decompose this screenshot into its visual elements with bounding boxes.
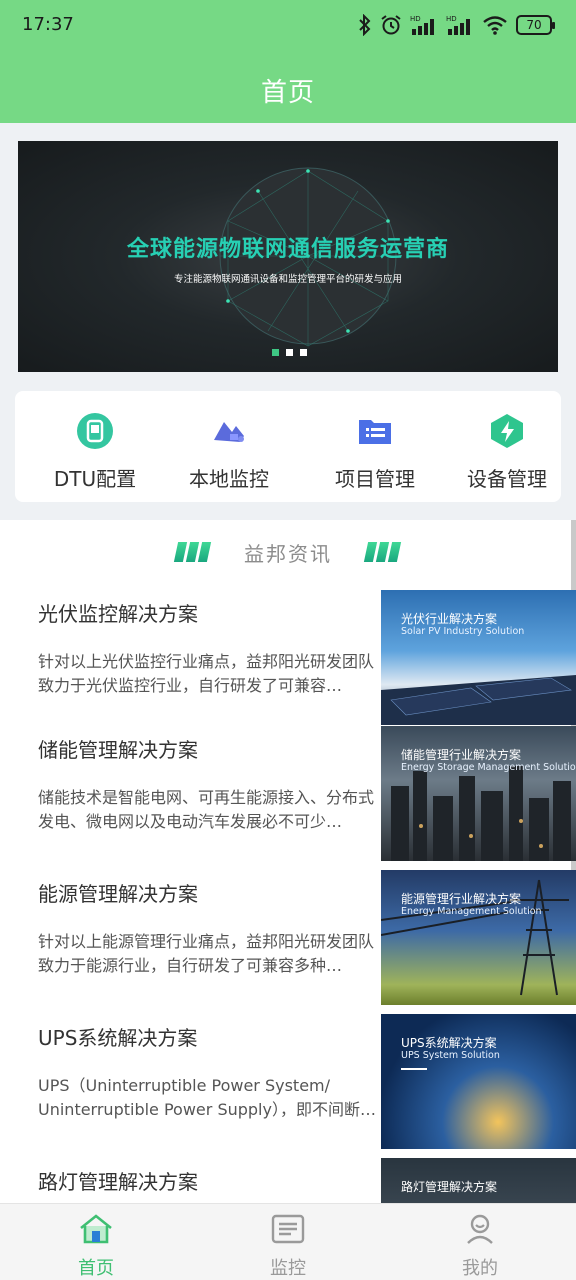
article-title: 能源管理解决方案 [38, 882, 198, 906]
bluetooth-icon [359, 14, 371, 36]
bottom-nav: 首页 监控 我的 [0, 1203, 576, 1280]
thumbnail-title: 能源管理行业解决方案 [401, 892, 522, 906]
status-bar: 17:37 HD HD 70 [0, 0, 576, 52]
thumbnail-subtitle: Energy Storage Management Solution [401, 762, 576, 773]
thumbnail-title: 光伏行业解决方案 [401, 612, 498, 626]
quick-action-device-manage[interactable]: 设备管理 [437, 411, 576, 492]
device-manage-icon [487, 411, 527, 451]
svg-text:HD: HD [446, 15, 457, 23]
news-article-solar[interactable]: 光伏监控解决方案 针对以上光伏监控行业痛点，益邦阳光研发团队致力于光伏监控行业，… [0, 590, 576, 742]
thumbnail-title: 路灯管理解决方案 [401, 1180, 498, 1194]
tab-profile[interactable]: 我的 [420, 1212, 540, 1280]
banner-subtitle: 专注能源物联网通讯设备和监控管理平台的研发与应用 [173, 274, 402, 285]
monitor-list-icon [270, 1212, 306, 1246]
battery-icon: 70 [516, 15, 555, 35]
carousel-dot-active[interactable] [272, 349, 279, 356]
carousel-dot[interactable] [286, 349, 293, 356]
news-article-energy-management[interactable]: 能源管理解决方案 针对以上能源管理行业痛点，益邦阳光研发团队致力于能源行业，自行… [0, 870, 576, 1022]
tab-home[interactable]: 首页 [36, 1212, 156, 1280]
article-thumbnail: UPS系统解决方案 UPS System Solution [381, 1014, 576, 1149]
status-icons: HD HD 70 [358, 12, 555, 38]
news-section[interactable]: 益邦资讯 光伏监控解决方案 针对以上光伏监控行业痛点，益邦阳光研发团队致力于光伏… [0, 520, 576, 1210]
thumbnail-divider [401, 1068, 427, 1070]
quick-action-dtu-config[interactable]: DTU配置 [25, 411, 165, 492]
signal-hd-icon: HD [410, 15, 434, 35]
tab-label: 监控 [270, 1258, 306, 1279]
quick-action-label: 项目管理 [335, 467, 415, 491]
quick-action-local-monitor[interactable]: 本地监控 [159, 411, 299, 492]
quick-action-label: DTU配置 [53, 467, 137, 491]
article-title: 路灯管理解决方案 [38, 1170, 198, 1194]
quick-action-label: 本地监控 [189, 467, 269, 491]
thumbnail-subtitle: UPS System Solution [401, 1050, 500, 1061]
thumbnail-subtitle: Solar PV Industry Solution [401, 626, 525, 637]
top-bar: 17:37 HD HD 70 首页 [0, 0, 576, 123]
dtu-config-icon [75, 411, 115, 451]
news-article-energy-storage[interactable]: 储能管理解决方案 储能技术是智能电网、可再生能源接入、分布式发电、微电网以及电动… [0, 726, 576, 878]
project-manage-icon [355, 411, 395, 451]
tab-label: 我的 [462, 1258, 498, 1279]
status-time: 17:37 [22, 14, 74, 35]
article-summary: UPS（Uninterruptible Power System/ Uninte… [38, 1076, 376, 1119]
article-thumbnail: 能源管理行业解决方案 Energy Management Solution [381, 870, 576, 1005]
home-icon [78, 1212, 114, 1246]
article-thumbnail: 储能管理行业解决方案 Energy Storage Management Sol… [381, 726, 576, 861]
signal-hd-icon-2: HD [446, 15, 470, 35]
carousel-indicator [272, 349, 307, 356]
decor-bars-right [363, 542, 402, 562]
thumbnail-title: 储能管理行业解决方案 [401, 748, 522, 762]
article-thumbnail: 光伏行业解决方案 Solar PV Industry Solution [381, 590, 576, 725]
article-summary: 针对以上能源管理行业痛点，益邦阳光研发团队致力于能源行业，自行研发了可兼容多种… [38, 932, 375, 975]
wifi-icon [483, 16, 507, 35]
banner-headline: 全球能源物联网通信服务运营商 [126, 237, 449, 262]
article-title: UPS系统解决方案 [38, 1026, 198, 1050]
banner-carousel[interactable]: 全球能源物联网通信服务运营商 专注能源物联网通讯设备和监控管理平台的研发与应用 [18, 141, 558, 372]
thumbnail-subtitle: Energy Management Solution [401, 906, 542, 917]
quick-action-label: 设备管理 [467, 467, 547, 491]
alarm-icon [381, 15, 401, 35]
article-title: 光伏监控解决方案 [38, 602, 198, 626]
news-header: 益邦资讯 [0, 538, 576, 566]
tab-label: 首页 [78, 1258, 114, 1279]
svg-text:HD: HD [410, 15, 421, 23]
news-section-title: 益邦资讯 [244, 542, 332, 566]
article-title: 储能管理解决方案 [38, 738, 198, 762]
profile-icon [462, 1212, 498, 1246]
quick-actions-panel: DTU配置 本地监控 项目管理 设备管理 [15, 391, 561, 502]
page-title: 首页 [260, 78, 315, 108]
news-article-ups[interactable]: UPS系统解决方案 UPS（Uninterruptible Power Syst… [0, 1014, 576, 1166]
article-summary: 储能技术是智能电网、可再生能源接入、分布式发电、微电网以及电动汽车发展必不可少… [38, 788, 375, 831]
article-summary: 针对以上光伏监控行业痛点，益邦阳光研发团队致力于光伏监控行业，自行研发了可兼容… [38, 652, 375, 695]
quick-action-project-manage[interactable]: 项目管理 [305, 411, 445, 492]
thumbnail-title: UPS系统解决方案 [401, 1036, 497, 1050]
carousel-dot[interactable] [300, 349, 307, 356]
tab-monitor[interactable]: 监控 [228, 1212, 348, 1280]
local-monitor-icon [209, 411, 249, 451]
